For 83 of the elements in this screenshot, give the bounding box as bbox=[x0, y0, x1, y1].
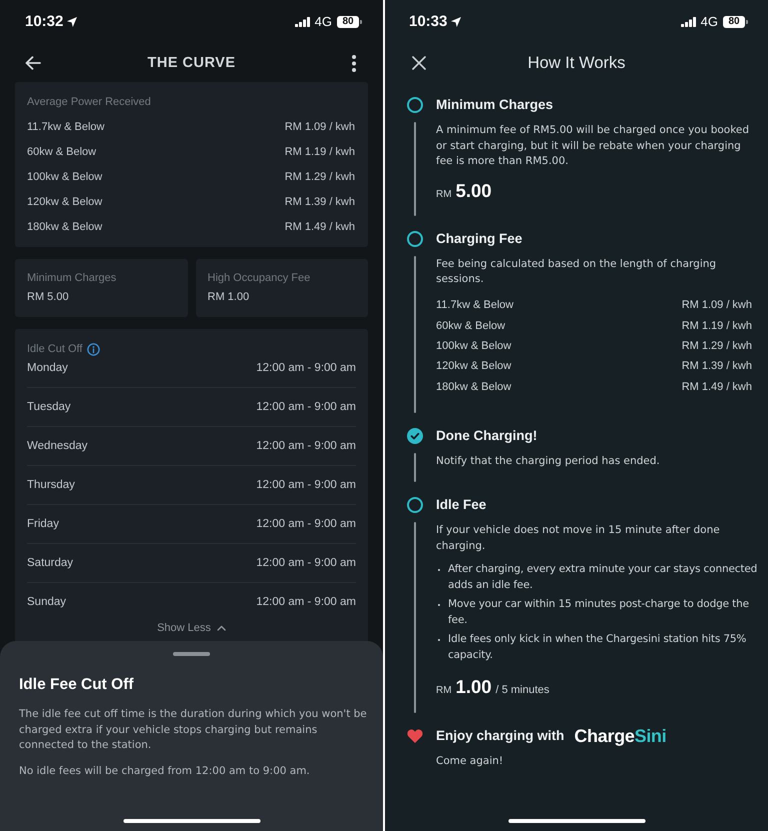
price-label: RM 1.09 / kwh bbox=[284, 120, 355, 136]
hours-value: 12:00 am - 9:00 am bbox=[256, 478, 356, 493]
screen-title: THE CURVE bbox=[147, 54, 236, 73]
price-label: RM 1.29 / kwh bbox=[682, 338, 752, 354]
step-title: Done Charging! bbox=[436, 426, 538, 445]
price-label: RM 1.49 / kwh bbox=[682, 380, 752, 395]
sheet-title: Idle Fee Cut Off bbox=[19, 675, 135, 695]
step-title: Minimum Charges bbox=[436, 96, 554, 114]
fee-label: High Occupancy Fee bbox=[208, 271, 312, 286]
hours-value: 12:00 am - 9:00 am bbox=[256, 517, 356, 532]
day-label: Saturday bbox=[27, 556, 74, 571]
power-level-label: 60kw & Below bbox=[27, 145, 96, 160]
amount-currency: RM bbox=[436, 188, 452, 202]
price-label: RM 1.19 / kwh bbox=[682, 318, 752, 334]
screen-title: How It Works bbox=[528, 53, 626, 74]
network-type: 4G bbox=[700, 14, 718, 30]
network-type: 4G bbox=[314, 14, 332, 30]
signal-icon bbox=[294, 17, 310, 27]
power-level-label: 180kw & Below bbox=[436, 380, 512, 395]
day-label: Wednesday bbox=[27, 439, 88, 454]
bullet-text: Idle fees only kick in when the Chargesini station hits 75% capacity. bbox=[448, 632, 748, 663]
signal-icon bbox=[680, 17, 696, 27]
power-level-label: 60kw & Below bbox=[436, 318, 506, 334]
location-arrow-icon bbox=[67, 17, 78, 27]
status-time: 10:33 bbox=[409, 12, 448, 32]
hours-value: 12:00 am - 9:00 am bbox=[256, 595, 356, 610]
step-title: Idle Fee bbox=[436, 496, 486, 514]
info-icon[interactable] bbox=[87, 342, 100, 356]
day-label: Thursday bbox=[27, 478, 75, 493]
hours-value: 12:00 am - 9:00 am bbox=[256, 439, 356, 454]
price-label: RM 1.49 / kwh bbox=[284, 220, 355, 236]
power-level-label: 180kw & Below bbox=[27, 220, 102, 236]
step-description: Fee being calculated based on the length of charging sessions. bbox=[436, 256, 718, 287]
price-label: RM 1.19 / kwh bbox=[284, 145, 355, 160]
heart-icon bbox=[407, 728, 423, 743]
hours-value: 12:00 am - 9:00 am bbox=[256, 361, 356, 376]
power-level-label: 120kw & Below bbox=[436, 359, 512, 374]
brand-logo: ChargeSini bbox=[574, 726, 666, 746]
sheet-handle[interactable] bbox=[173, 652, 210, 656]
chevron-up-icon bbox=[216, 625, 226, 631]
step-title: Enjoy charging with bbox=[436, 726, 564, 745]
hours-value: 12:00 am - 9:00 am bbox=[256, 400, 356, 415]
fee-value: RM 5.00 bbox=[27, 290, 70, 306]
battery-indicator: 80 bbox=[337, 16, 362, 28]
bullet-text: Move your car within 15 minutes post-charge to dodge the fee. bbox=[448, 597, 750, 628]
step-description: If your vehicle does not move in 15 minute after done charging. bbox=[436, 523, 721, 554]
amount-unit: / 5 minutes bbox=[496, 683, 550, 698]
day-label: Tuesday bbox=[27, 400, 71, 415]
more-options-icon[interactable] bbox=[352, 54, 356, 72]
sheet-paragraph: The idle fee cut off time is the duration during which you won't be charged extra if your vehicle stops charging but remains connected to the station. bbox=[19, 707, 368, 753]
show-less-button[interactable]: Show Less bbox=[157, 619, 226, 637]
day-label: Monday bbox=[27, 361, 68, 376]
amount-currency: RM bbox=[436, 684, 452, 698]
close-icon[interactable] bbox=[412, 56, 426, 70]
step-description: Notify that the charging period has ended. bbox=[436, 454, 661, 469]
step-description: A minimum fee of RM5.00 will be charged once you booked or start charging, but it will be rebate when your charging fee is more than RM5.00. bbox=[436, 123, 750, 169]
back-arrow-icon[interactable] bbox=[25, 56, 41, 70]
fee-label: Minimum Charges bbox=[27, 271, 118, 286]
step-description: Come again! bbox=[436, 754, 504, 769]
power-level-label: 100kw & Below bbox=[27, 170, 102, 186]
location-arrow-icon bbox=[451, 17, 462, 27]
day-label: Sunday bbox=[27, 595, 66, 610]
day-label: Friday bbox=[27, 517, 59, 532]
price-label: RM 1.29 / kwh bbox=[284, 170, 355, 186]
bullet-text: After charging, every extra minute your car stays connected adds an idle fee. bbox=[448, 562, 758, 593]
sheet-paragraph: No idle fees will be charged from 12:00 am to 9:00 am. bbox=[19, 764, 311, 778]
card-label: Idle Cut Off bbox=[27, 342, 82, 357]
hours-value: 12:00 am - 9:00 am bbox=[256, 556, 356, 571]
power-level-label: 120kw & Below bbox=[27, 195, 102, 210]
power-level-label: 100kw & Below bbox=[436, 338, 512, 354]
amount-value: 5.00 bbox=[456, 178, 492, 202]
power-level-label: 11.7kw & Below bbox=[27, 120, 104, 136]
price-label: RM 1.39 / kwh bbox=[682, 359, 752, 374]
status-time: 10:32 bbox=[25, 12, 64, 32]
power-level-label: 11.7kw & Below bbox=[436, 298, 514, 314]
fee-value: RM 1.00 bbox=[208, 290, 250, 306]
card-label: Average Power Received bbox=[27, 95, 152, 110]
price-label: RM 1.09 / kwh bbox=[682, 298, 752, 314]
battery-indicator: 80 bbox=[723, 16, 748, 28]
price-label: RM 1.39 / kwh bbox=[284, 195, 355, 210]
step-title: Charging Fee bbox=[436, 230, 522, 248]
amount-value: 1.00 bbox=[456, 675, 492, 698]
timeline-line bbox=[414, 452, 416, 482]
